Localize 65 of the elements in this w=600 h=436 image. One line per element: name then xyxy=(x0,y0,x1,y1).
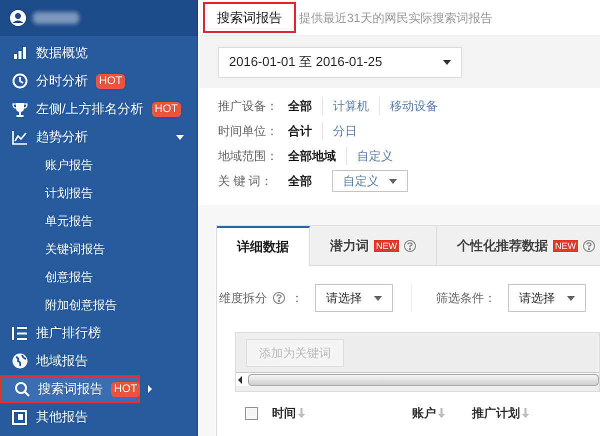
clock-icon xyxy=(12,73,28,89)
user-icon xyxy=(9,9,27,27)
select-dropdown[interactable]: 请选择 xyxy=(508,284,586,312)
report-icon xyxy=(12,410,27,424)
new-badge: NEW xyxy=(374,240,399,252)
bar-chart-icon xyxy=(12,46,26,60)
sidebar-subitem[interactable]: 创意报告 xyxy=(0,263,198,291)
page-title: 搜索词报告 xyxy=(203,2,296,34)
tab[interactable]: 个性化推荐数据 NEW xyxy=(437,226,600,266)
page-description: 提供最近31天的网民实际搜索词报告 xyxy=(299,10,492,26)
new-badge: NEW xyxy=(553,240,578,252)
control-label: 筛选条件： xyxy=(436,290,496,307)
filter-option[interactable]: 计算机 xyxy=(322,97,379,115)
tab[interactable]: 详细数据 xyxy=(217,226,310,266)
sidebar-item[interactable]: 分时分析 HOT xyxy=(0,67,198,95)
sidebar-subitem[interactable]: 附加创意报告 xyxy=(0,291,198,319)
select-dropdown[interactable]: 请选择 xyxy=(315,284,393,312)
filter-label: 时间单位： xyxy=(218,123,278,140)
filter-dropdown[interactable]: 自定义 xyxy=(332,170,408,192)
filter-label: 地域范围： xyxy=(218,148,278,165)
sidebar-subitem[interactable]: 账户报告 xyxy=(0,151,198,179)
control-label: 维度拆分 xyxy=(219,290,267,307)
trophy-icon xyxy=(12,102,28,116)
sidebar-subitem[interactable]: 单元报告 xyxy=(0,207,198,235)
column-header[interactable]: 账户 xyxy=(412,404,472,422)
caret-icon xyxy=(389,178,397,184)
sidebar-item[interactable]: 左侧/上方排名分析 HOT xyxy=(0,95,198,123)
caret-icon xyxy=(374,296,382,300)
hot-badge: HOT xyxy=(111,382,140,396)
tab[interactable]: 潜力词 NEW xyxy=(310,226,437,266)
caret-icon xyxy=(443,60,451,64)
filter-label: 推广设备： xyxy=(218,98,278,115)
sidebar-item[interactable]: 其他报告 xyxy=(0,403,198,431)
sidebar-subitem[interactable]: 关键词报告 xyxy=(0,235,198,263)
date-range-picker[interactable]: 2016-01-01 至 2016-01-25 xyxy=(218,46,462,78)
blurred-username xyxy=(33,12,79,24)
column-header[interactable]: 推广计划 xyxy=(472,404,552,422)
column-header[interactable]: 时间 xyxy=(272,404,412,422)
sidebar-item[interactable]: 趋势分析 xyxy=(0,123,198,151)
line-chart-icon xyxy=(12,130,28,144)
colon-label: ： xyxy=(291,290,303,307)
filter-option[interactable]: 全部 xyxy=(278,97,322,115)
sort-arrow-icon[interactable] xyxy=(522,408,529,418)
globe-icon xyxy=(12,353,28,369)
hot-badge: HOT xyxy=(152,102,181,116)
filter-option[interactable]: 自定义 xyxy=(346,147,403,165)
hot-badge: HOT xyxy=(96,74,126,88)
filter-option[interactable]: 移动设备 xyxy=(379,97,448,115)
select-all-checkbox[interactable] xyxy=(245,406,258,420)
numbered-list-icon xyxy=(12,326,28,340)
filter-option[interactable]: 全部地域 xyxy=(278,147,346,165)
horizontal-scrollbar[interactable] xyxy=(236,372,599,386)
filter-option[interactable]: 全部 xyxy=(278,172,322,190)
filter-option[interactable]: 合计 xyxy=(278,122,322,140)
filter-label: 关 键 词： xyxy=(218,173,274,190)
scroll-left-icon[interactable] xyxy=(238,376,242,384)
filter-option[interactable]: 分日 xyxy=(322,122,367,140)
sidebar-subitem[interactable]: 计划报告 xyxy=(0,179,198,207)
sort-arrow-icon[interactable] xyxy=(298,408,305,418)
caret-icon xyxy=(567,296,575,300)
search-icon xyxy=(14,381,30,397)
sidebar-item[interactable]: 数据概览 xyxy=(0,39,198,67)
sidebar-item[interactable]: 推广排行榜 xyxy=(0,319,198,347)
sidebar-item[interactable]: 地域报告 xyxy=(0,347,198,375)
sort-arrow-icon[interactable] xyxy=(438,408,445,418)
